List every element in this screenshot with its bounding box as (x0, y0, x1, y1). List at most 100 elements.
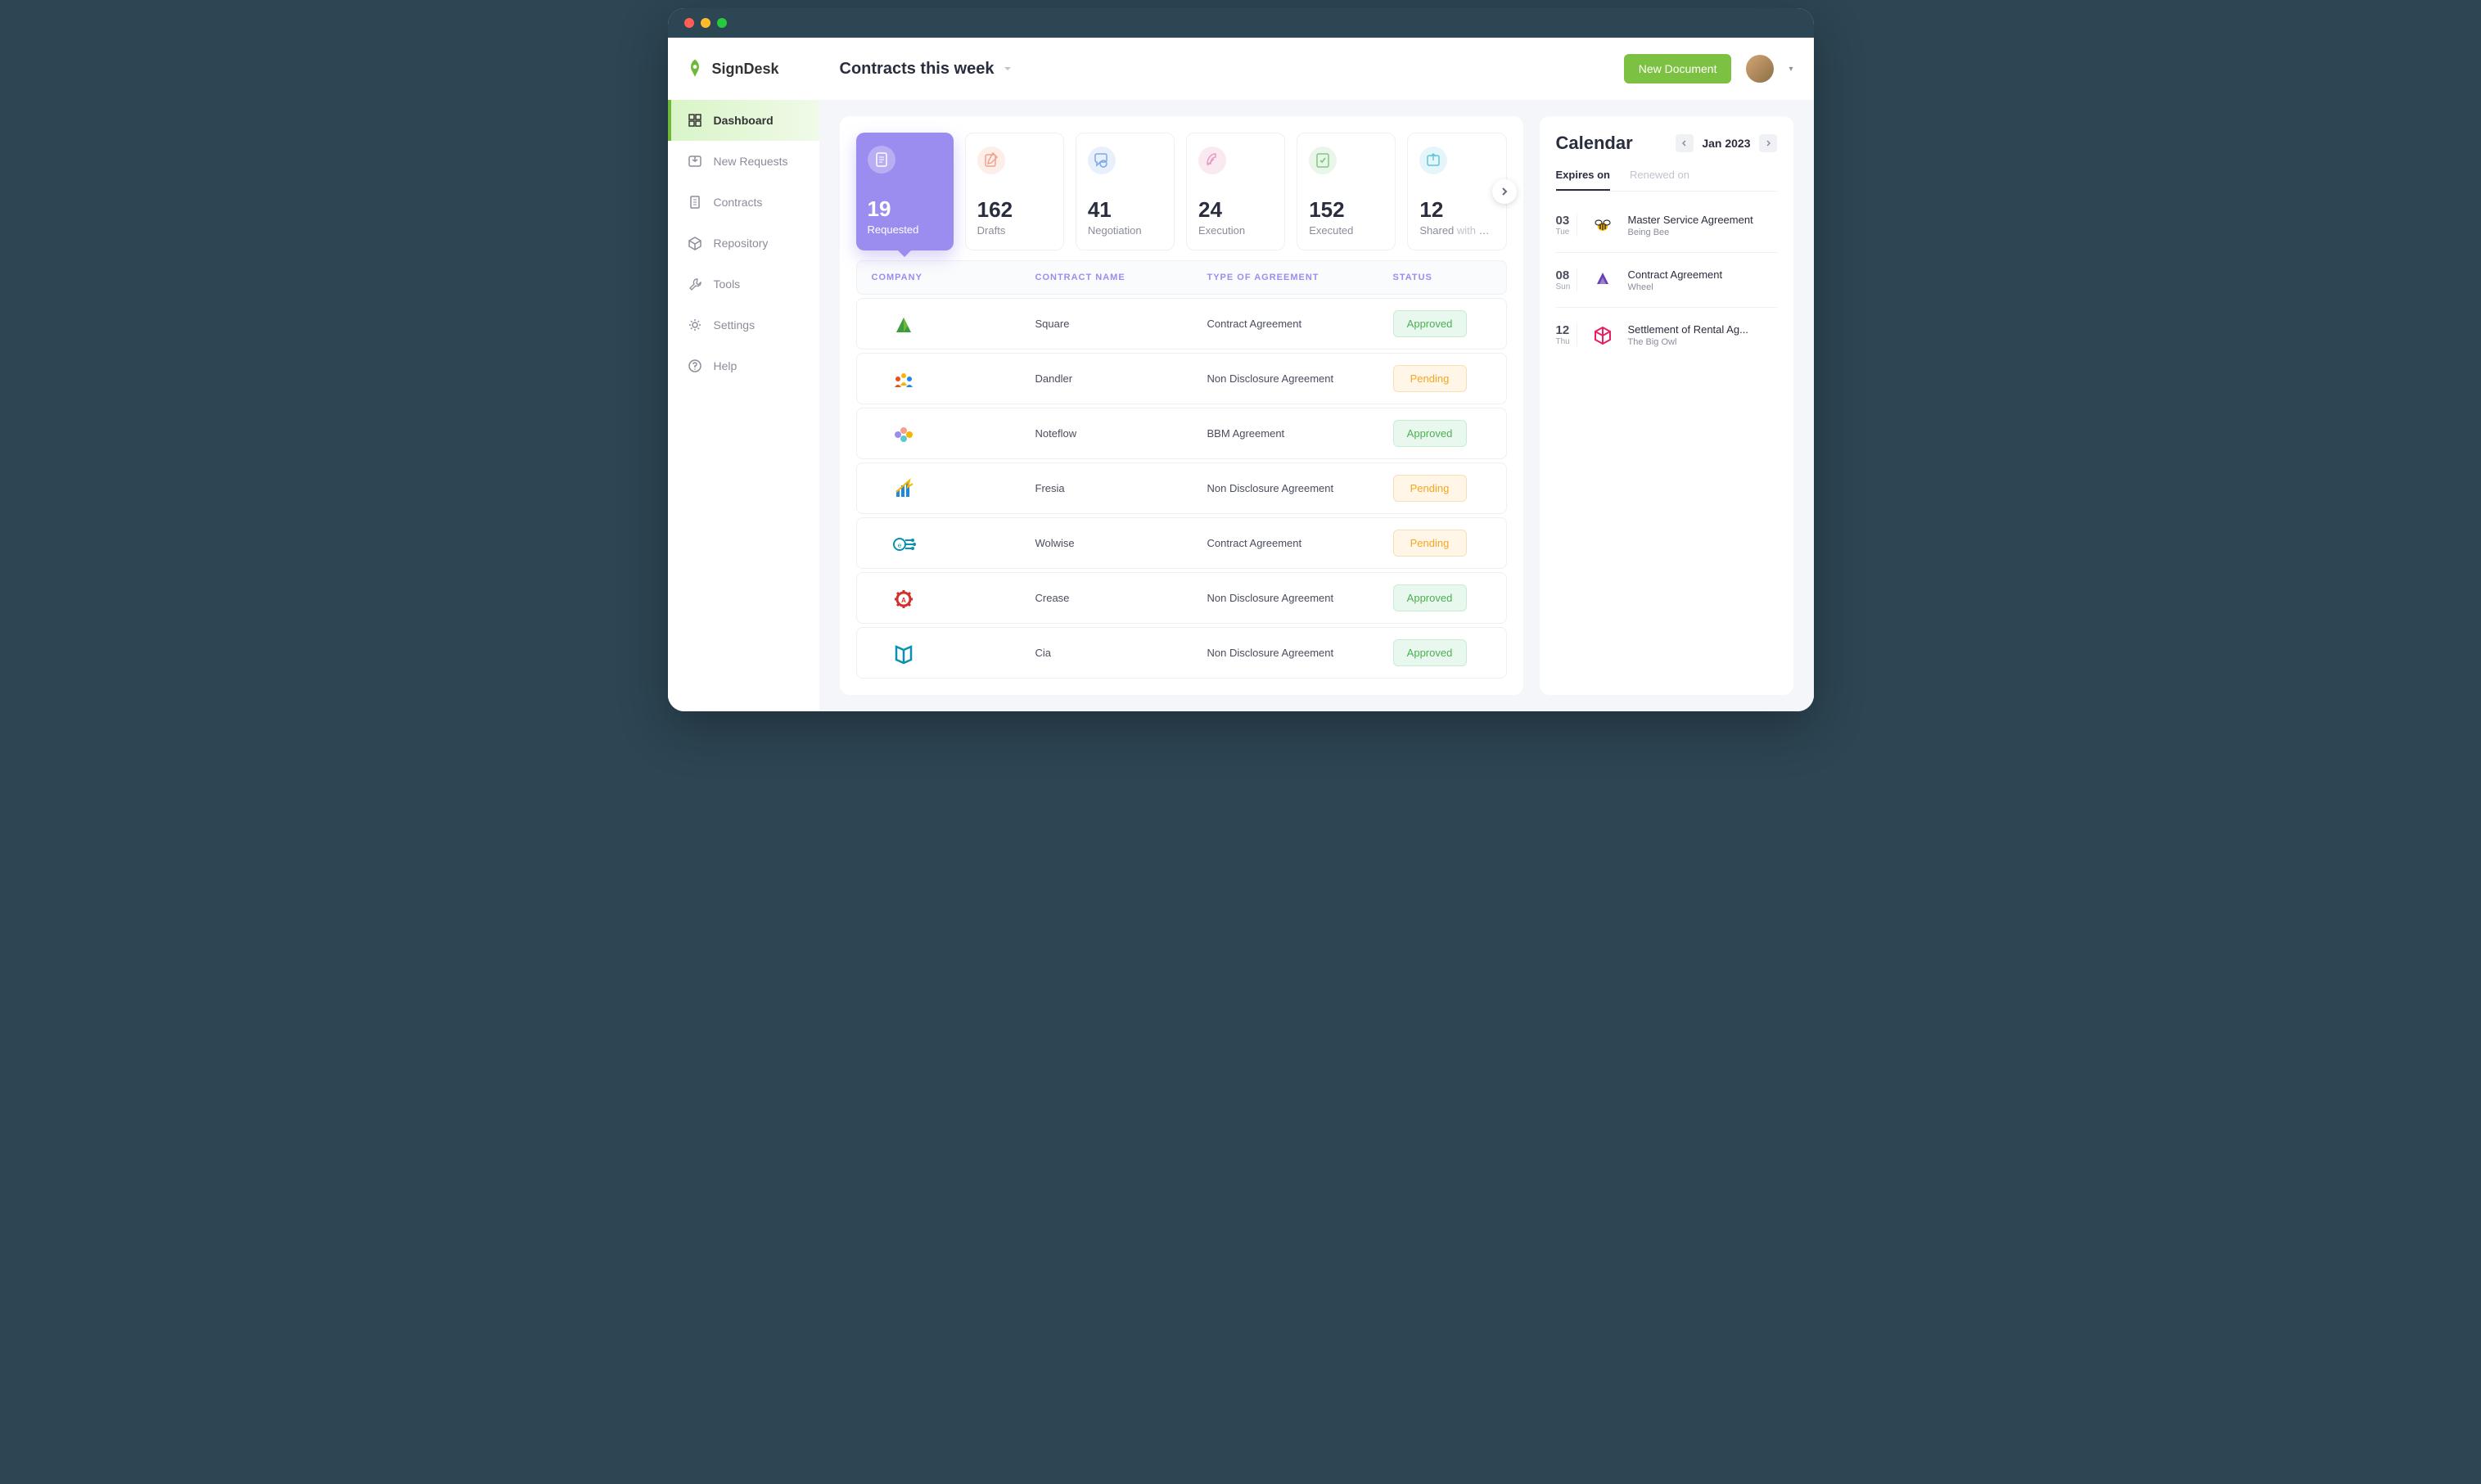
calendar-title: Calendar (1556, 133, 1633, 154)
title-dropdown-icon[interactable] (1004, 65, 1012, 73)
status-card-execution[interactable]: 24Execution (1186, 133, 1285, 250)
status-card-negotiation[interactable]: 41Negotiation (1076, 133, 1175, 250)
company-logo (888, 476, 919, 502)
contract-name: Square (1035, 318, 1207, 330)
wrench-icon (688, 277, 702, 291)
calendar-item[interactable]: 03Tue Master Service Agreement Being Bee (1556, 198, 1777, 253)
contract-name: Fresia (1035, 482, 1207, 494)
page-title: Contracts this week (840, 60, 995, 79)
brand-name: SignDesk (712, 61, 779, 78)
help-icon (688, 359, 702, 373)
calendar-next-button[interactable] (1759, 134, 1777, 152)
calendar-date: 03Tue (1556, 214, 1577, 237)
table-row[interactable]: CiaNon Disclosure AgreementApproved (856, 627, 1507, 679)
status-badge: Approved (1393, 310, 1467, 337)
signdesk-logo-icon (684, 58, 706, 79)
card-count: 162 (977, 197, 1052, 223)
minimize-window-icon[interactable] (701, 18, 710, 28)
calendar-item-title: Settlement of Rental Ag... (1628, 323, 1777, 336)
sidebar-item-label: Tools (714, 277, 741, 291)
company-logo (888, 421, 919, 447)
company-logo (888, 366, 919, 392)
sidebar-item-repository[interactable]: Repository (668, 223, 819, 264)
table-row[interactable]: SquareContract AgreementApproved (856, 298, 1507, 350)
sidebar-item-label: Repository (714, 237, 769, 250)
sidebar-item-label: Settings (714, 318, 756, 332)
contract-name: Dandler (1035, 372, 1207, 385)
sidebar-item-tools[interactable]: Tools (668, 264, 819, 304)
cards-next-button[interactable] (1492, 179, 1517, 204)
status-card-executed[interactable]: 152Executed (1297, 133, 1396, 250)
tab-renewed-on[interactable]: Renewed on (1630, 169, 1689, 191)
sidebar-item-settings[interactable]: Settings (668, 304, 819, 345)
sidebar: SignDesk Dashboard New Requests Contracts R… (668, 38, 819, 711)
new-document-button[interactable]: New Document (1624, 54, 1732, 83)
sidebar-item-dashboard[interactable]: Dashboard (668, 100, 819, 141)
agreement-type: Contract Agreement (1207, 537, 1393, 549)
maximize-window-icon[interactable] (717, 18, 727, 28)
feather-icon (1198, 147, 1226, 174)
gear-icon (688, 318, 702, 332)
document-icon (688, 195, 702, 210)
doc-icon (868, 146, 895, 174)
sidebar-item-label: New Requests (714, 155, 788, 168)
calendar-item[interactable]: 12Thu Settlement of Rental Ag...The Big O… (1556, 308, 1777, 362)
contract-name: Crease (1035, 592, 1207, 604)
company-logo: A (888, 585, 919, 611)
sidebar-item-help[interactable]: Help (668, 345, 819, 386)
table-row[interactable]: eWolwiseContract AgreementPending (856, 517, 1507, 569)
sidebar-item-new-requests[interactable]: New Requests (668, 141, 819, 182)
calendar-item-subtitle: Wheel (1628, 282, 1777, 292)
th-contract-name: CONTRACT NAME (1035, 273, 1207, 282)
table-row[interactable]: FresiaNon Disclosure AgreementPending (856, 462, 1507, 514)
calendar-item[interactable]: 08SunContract AgreementWheel (1556, 253, 1777, 308)
contract-name: Noteflow (1035, 427, 1207, 440)
th-status: STATUS (1393, 273, 1491, 282)
status-card-drafts[interactable]: 162Drafts (965, 133, 1064, 250)
company-logo: e (888, 530, 919, 557)
status-card-requested[interactable]: 19Requested (856, 133, 954, 250)
tab-expires-on[interactable]: Expires on (1556, 169, 1610, 191)
agreement-type: Contract Agreement (1207, 318, 1393, 330)
contract-name: Wolwise (1035, 537, 1207, 549)
card-label: Shared with you (1419, 224, 1494, 237)
share-icon (1419, 147, 1447, 174)
status-badge: Approved (1393, 639, 1467, 666)
sidebar-item-label: Contracts (714, 196, 763, 209)
main-content: Contracts this week New Document ▾ 19Req… (819, 38, 1814, 711)
agreement-type: Non Disclosure Agreement (1207, 482, 1393, 494)
table-row[interactable]: NoteflowBBM AgreementApproved (856, 408, 1507, 459)
dashboard-icon (688, 113, 702, 128)
calendar-date: 08Sun (1556, 268, 1577, 291)
status-badge: Approved (1393, 420, 1467, 447)
header: Contracts this week New Document ▾ (819, 38, 1814, 100)
status-badge: Approved (1393, 584, 1467, 611)
calendar-panel: Calendar Jan 2023 Expires on Renewed on … (1540, 116, 1793, 695)
calendar-item-title: Master Service Agreement (1628, 214, 1777, 226)
calendar-prev-button[interactable] (1676, 134, 1694, 152)
calendar-month: Jan 2023 (1702, 137, 1750, 150)
table-row[interactable]: A CreaseNon Disclosure AgreementApproved (856, 572, 1507, 624)
card-label: Executed (1309, 224, 1383, 237)
agreement-type: Non Disclosure Agreement (1207, 592, 1393, 604)
user-menu-chevron-icon[interactable]: ▾ (1789, 65, 1793, 74)
sidebar-item-contracts[interactable]: Contracts (668, 182, 819, 223)
company-logo (888, 311, 919, 337)
table-row[interactable]: DandlerNon Disclosure AgreementPending (856, 353, 1507, 404)
table-header: COMPANY CONTRACT NAME TYPE OF AGREEMENT … (856, 260, 1507, 295)
card-count: 24 (1198, 197, 1273, 223)
calendar-item-subtitle: Being Bee (1628, 228, 1777, 237)
card-label: Requested (868, 223, 942, 236)
card-count: 152 (1309, 197, 1383, 223)
calendar-item-subtitle: The Big Owl (1628, 337, 1777, 347)
user-avatar[interactable] (1746, 55, 1774, 83)
sidebar-item-label: Dashboard (714, 114, 774, 127)
th-agreement-type: TYPE OF AGREEMENT (1207, 273, 1393, 282)
calendar-date: 12Thu (1556, 323, 1577, 346)
chat-icon (1088, 147, 1116, 174)
close-window-icon[interactable] (684, 18, 694, 28)
card-count: 12 (1419, 197, 1494, 223)
calendar-company-logo (1590, 268, 1615, 292)
status-badge: Pending (1393, 475, 1467, 502)
svg-text:A: A (901, 597, 906, 604)
